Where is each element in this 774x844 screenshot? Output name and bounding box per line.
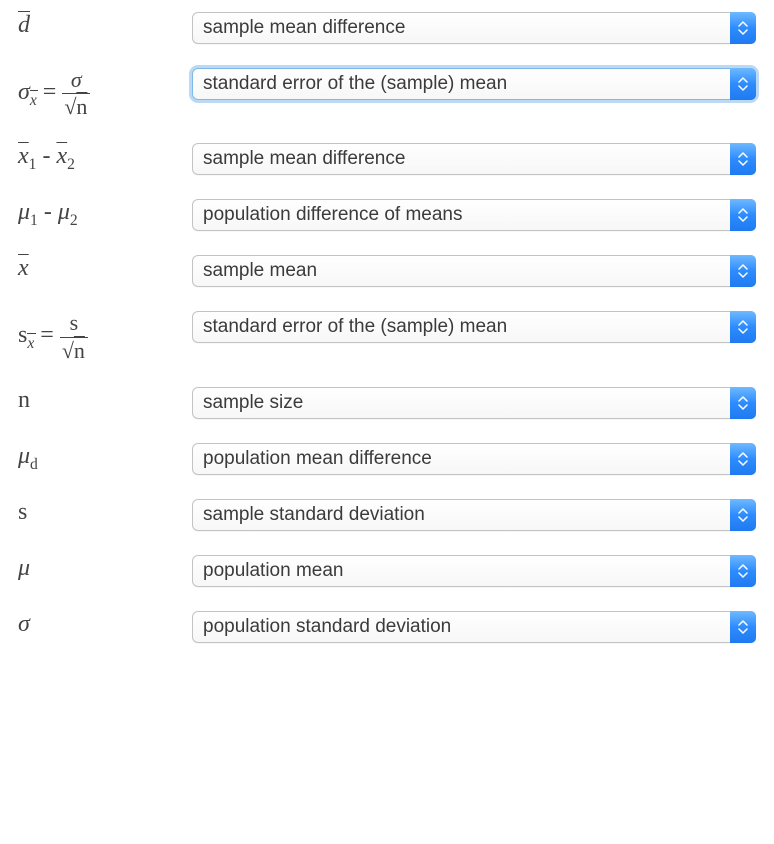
chevron-updown-icon [730,255,756,287]
dropdown-value: population mean difference [203,448,432,470]
row-s: s sample standard deviation [18,499,756,531]
chevron-updown-icon [730,143,756,175]
dropdown-value: population mean [203,560,344,582]
dropdown-s-xbar[interactable]: standard error of the (sample) mean [192,311,756,343]
dropdown-value: sample mean difference [203,148,405,170]
dropdown-value: sample mean [203,260,317,282]
symbol-mu: μ [18,555,192,581]
chevron-updown-icon [730,311,756,343]
dropdown-mu-d[interactable]: population mean difference [192,443,756,475]
row-mu1-mu2: μ1 - μ2 population difference of means [18,199,756,231]
dropdown-value: population difference of means [203,204,463,226]
row-sigma: σ population standard deviation [18,611,756,643]
dropdown-dbar[interactable]: sample mean difference [192,12,756,44]
symbol-s: s [18,499,192,525]
dropdown-value: sample standard deviation [203,504,425,526]
row-dbar: d sample mean difference [18,12,756,44]
symbol-x1-x2: x1 - x2 [18,143,192,173]
chevron-updown-icon [730,387,756,419]
chevron-updown-icon [730,555,756,587]
chevron-updown-icon [730,12,756,44]
chevron-updown-icon [730,499,756,531]
row-sigma-xbar: σx = σ √n standard error of the (sample)… [18,68,756,119]
dropdown-n[interactable]: sample size [192,387,756,419]
symbol-mu1-mu2: μ1 - μ2 [18,199,192,229]
dropdown-value: sample size [203,392,303,414]
chevron-updown-icon [730,199,756,231]
dropdown-mu[interactable]: population mean [192,555,756,587]
symbol-mu-d: μd [18,443,192,473]
chevron-updown-icon [730,443,756,475]
row-mu-d: μd population mean difference [18,443,756,475]
row-n: n sample size [18,387,756,419]
symbol-sigma-xbar: σx = σ √n [18,68,192,119]
symbol-n: n [18,387,192,413]
symbol-dbar: d [18,12,192,38]
chevron-updown-icon [730,68,756,100]
row-mu: μ population mean [18,555,756,587]
dropdown-value: population standard deviation [203,616,451,638]
dropdown-xbar[interactable]: sample mean [192,255,756,287]
symbol-xbar: x [18,255,192,281]
chevron-updown-icon [730,611,756,643]
dropdown-sigma-xbar[interactable]: standard error of the (sample) mean [192,68,756,100]
dropdown-s[interactable]: sample standard deviation [192,499,756,531]
row-xbar: x sample mean [18,255,756,287]
dropdown-value: standard error of the (sample) mean [203,73,507,95]
symbol-sigma: σ [18,611,192,637]
row-s-xbar: sx = s √n standard error of the (sample)… [18,311,756,362]
dropdown-value: standard error of the (sample) mean [203,316,507,338]
dropdown-mu1-mu2[interactable]: population difference of means [192,199,756,231]
dropdown-x1-x2[interactable]: sample mean difference [192,143,756,175]
row-x1-x2: x1 - x2 sample mean difference [18,143,756,175]
dropdown-value: sample mean difference [203,17,405,39]
symbol-s-xbar: sx = s √n [18,311,192,362]
dropdown-sigma[interactable]: population standard deviation [192,611,756,643]
